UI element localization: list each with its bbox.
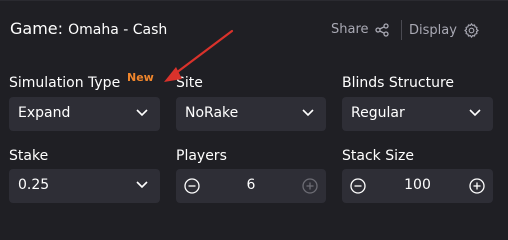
site-value: NoRake (185, 105, 239, 121)
game-label: Game: (10, 19, 64, 38)
plus-circle-icon[interactable] (469, 178, 485, 194)
site-label: Site (176, 75, 203, 91)
game-value: Omaha - Cash (68, 22, 168, 38)
simulation-type-label: Simulation Type (9, 75, 121, 91)
display-label: Display (409, 23, 457, 38)
chevron-down-icon (469, 109, 481, 117)
stack-size-label: Stack Size (342, 148, 414, 164)
stake-value: 0.25 (18, 177, 50, 193)
stack-size-stepper[interactable]: 100 (342, 169, 493, 203)
share-icon (374, 22, 389, 37)
share-label: Share (331, 22, 369, 37)
share-button[interactable]: Share (331, 22, 389, 37)
plus-circle-icon[interactable] (302, 178, 318, 194)
blinds-structure-value: Regular (351, 105, 405, 121)
players-stepper[interactable]: 6 (176, 169, 326, 203)
header-divider (401, 20, 402, 40)
blinds-structure-select[interactable]: Regular (342, 97, 493, 131)
chevron-down-icon (136, 181, 148, 189)
blinds-structure-label: Blinds Structure (342, 75, 455, 91)
chevron-down-icon (302, 109, 314, 117)
simulation-type-value: Expand (18, 105, 71, 121)
players-label: Players (176, 148, 227, 164)
site-select[interactable]: NoRake (176, 97, 326, 131)
gear-icon (464, 23, 479, 38)
chevron-down-icon (136, 109, 148, 117)
new-badge: New (127, 71, 154, 84)
display-button[interactable]: Display (409, 22, 480, 39)
stake-select[interactable]: 0.25 (9, 169, 160, 203)
stake-label: Stake (9, 148, 49, 164)
page-title: Game: Omaha - Cash (10, 19, 167, 38)
simulation-settings-panel: Game: Omaha - Cash Share Display Simulat… (0, 0, 508, 213)
simulation-type-select[interactable]: Expand (9, 97, 160, 131)
